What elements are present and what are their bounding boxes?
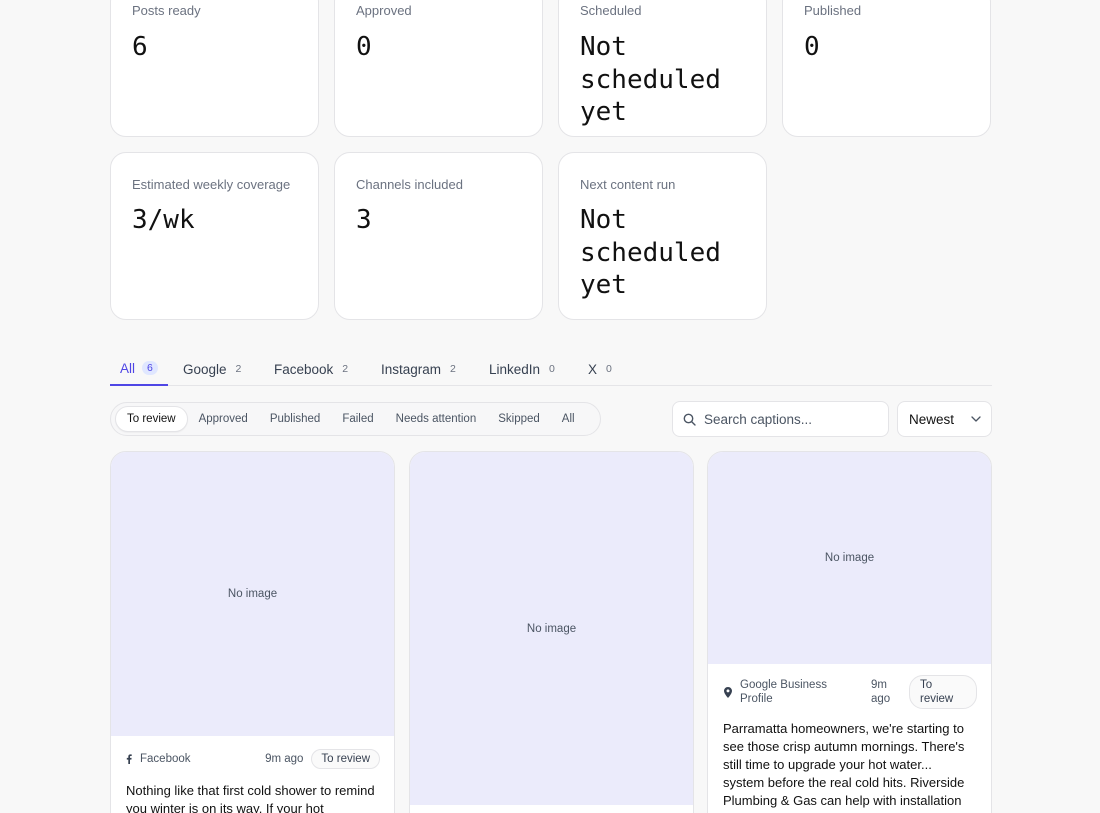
tab-facebook[interactable]: Facebook 2: [264, 352, 358, 386]
search-input[interactable]: [704, 411, 874, 427]
tab-google[interactable]: Google 2: [173, 352, 251, 386]
post-caption: Nothing like that first cold shower to r…: [126, 783, 375, 813]
post-channel-label: Facebook: [140, 753, 191, 765]
stat-label: Posts ready: [132, 3, 201, 18]
stat-card-next-content-run: Next content run Not scheduled yet: [558, 152, 767, 320]
stat-card-posts-ready: Posts ready 6: [110, 0, 319, 137]
post-meta-right: 9m ago To review: [871, 675, 977, 709]
filter-approved[interactable]: Approved: [188, 406, 259, 432]
tab-label: LinkedIn: [489, 361, 541, 377]
filter-all[interactable]: All: [551, 406, 586, 432]
post-meta: Facebook 9m ago To review: [111, 736, 394, 782]
post-card[interactable]: No image Facebook 9m ago To review Nothi…: [110, 451, 395, 813]
tab-label: Facebook: [274, 361, 334, 377]
post-image-placeholder: No image: [708, 452, 991, 664]
tab-count: 2: [450, 363, 456, 375]
stats-row-2: Estimated weekly coverage 3/wk Channels …: [110, 152, 992, 320]
filter-to-review[interactable]: To review: [115, 406, 188, 432]
filter-published[interactable]: Published: [259, 406, 332, 432]
stat-value: Not scheduled yet: [580, 205, 721, 300]
stats-row-1: Posts ready 6 Approved 0 Scheduled Not s…: [110, 0, 992, 137]
stat-value: 0: [804, 32, 820, 62]
tab-count: 6: [142, 361, 158, 375]
stat-value: 3: [356, 205, 372, 235]
stat-card-approved: Approved 0: [334, 0, 543, 137]
filter-skipped[interactable]: Skipped: [487, 406, 551, 432]
status-badge: To review: [311, 749, 380, 769]
stat-label: Estimated weekly coverage: [132, 177, 291, 192]
stat-value: 0: [356, 32, 372, 62]
tab-label: Google: [183, 361, 227, 377]
stat-card-scheduled: Scheduled Not scheduled yet: [558, 0, 767, 137]
stat-label: Scheduled: [580, 3, 642, 18]
post-meta: Google Business Profile 9m ago To review: [708, 664, 991, 720]
stat-card-published: Published 0: [782, 0, 991, 137]
chevron-down-icon: [971, 416, 981, 422]
status-filter-group: To review Approved Published Failed Need…: [110, 402, 601, 436]
post-caption: Parramatta homeowners, we're starting to…: [723, 721, 965, 808]
post-card[interactable]: No image Google Business Profile 9m ago …: [707, 451, 992, 813]
stat-value: 3/wk: [132, 205, 195, 235]
filter-needs-attention[interactable]: Needs attention: [385, 406, 488, 432]
tab-label: Instagram: [381, 361, 442, 377]
stat-card-weekly-coverage: Estimated weekly coverage 3/wk: [110, 152, 319, 320]
no-image-text: No image: [227, 588, 278, 600]
location-pin-icon: [724, 686, 732, 698]
post-meta-right: 9m ago To review: [265, 749, 380, 769]
tab-instagram[interactable]: Instagram 2: [371, 352, 466, 386]
post-card[interactable]: No image: [409, 451, 694, 813]
tab-count: 2: [235, 363, 242, 375]
filter-failed[interactable]: Failed: [331, 406, 384, 432]
stat-value: 6: [132, 32, 148, 62]
stat-label: Channels included: [356, 177, 463, 192]
facebook-icon: [126, 754, 132, 764]
sort-value: Newest: [909, 411, 955, 427]
stat-card-channels-included: Channels included 3: [334, 152, 543, 320]
stat-label: Next content run: [580, 177, 676, 192]
search-icon: [683, 413, 696, 426]
status-badge: To review: [909, 675, 977, 709]
tab-count: 2: [342, 363, 349, 375]
post-channel: Facebook: [126, 753, 191, 765]
post-channel-label: Google Business Profile: [740, 679, 827, 705]
sort-select[interactable]: Newest: [897, 401, 992, 437]
stat-label: Approved: [356, 3, 412, 18]
tab-count: 0: [606, 363, 612, 375]
post-image-placeholder: No image: [111, 452, 394, 736]
search-box[interactable]: [672, 401, 889, 437]
post-time: 9m ago: [265, 753, 304, 765]
channel-tabs: All 6 Google 2 Facebook 2 Instagram 2 Li…: [110, 352, 992, 386]
stat-label: Published: [804, 3, 862, 18]
no-image-text: No image: [824, 552, 875, 564]
no-image-text: No image: [526, 622, 577, 635]
tab-label: X: [588, 361, 598, 377]
stat-value: Not scheduled yet: [580, 32, 721, 127]
post-time: 9m ago: [871, 679, 891, 705]
post-channel: Google Business Profile: [724, 678, 836, 706]
tab-x[interactable]: X 0: [578, 352, 622, 386]
tab-linkedin[interactable]: LinkedIn 0: [479, 352, 565, 386]
tab-count: 0: [549, 363, 555, 375]
tab-all[interactable]: All 6: [110, 352, 168, 386]
post-image-placeholder: No image: [410, 452, 693, 805]
tab-label: All: [120, 360, 136, 376]
